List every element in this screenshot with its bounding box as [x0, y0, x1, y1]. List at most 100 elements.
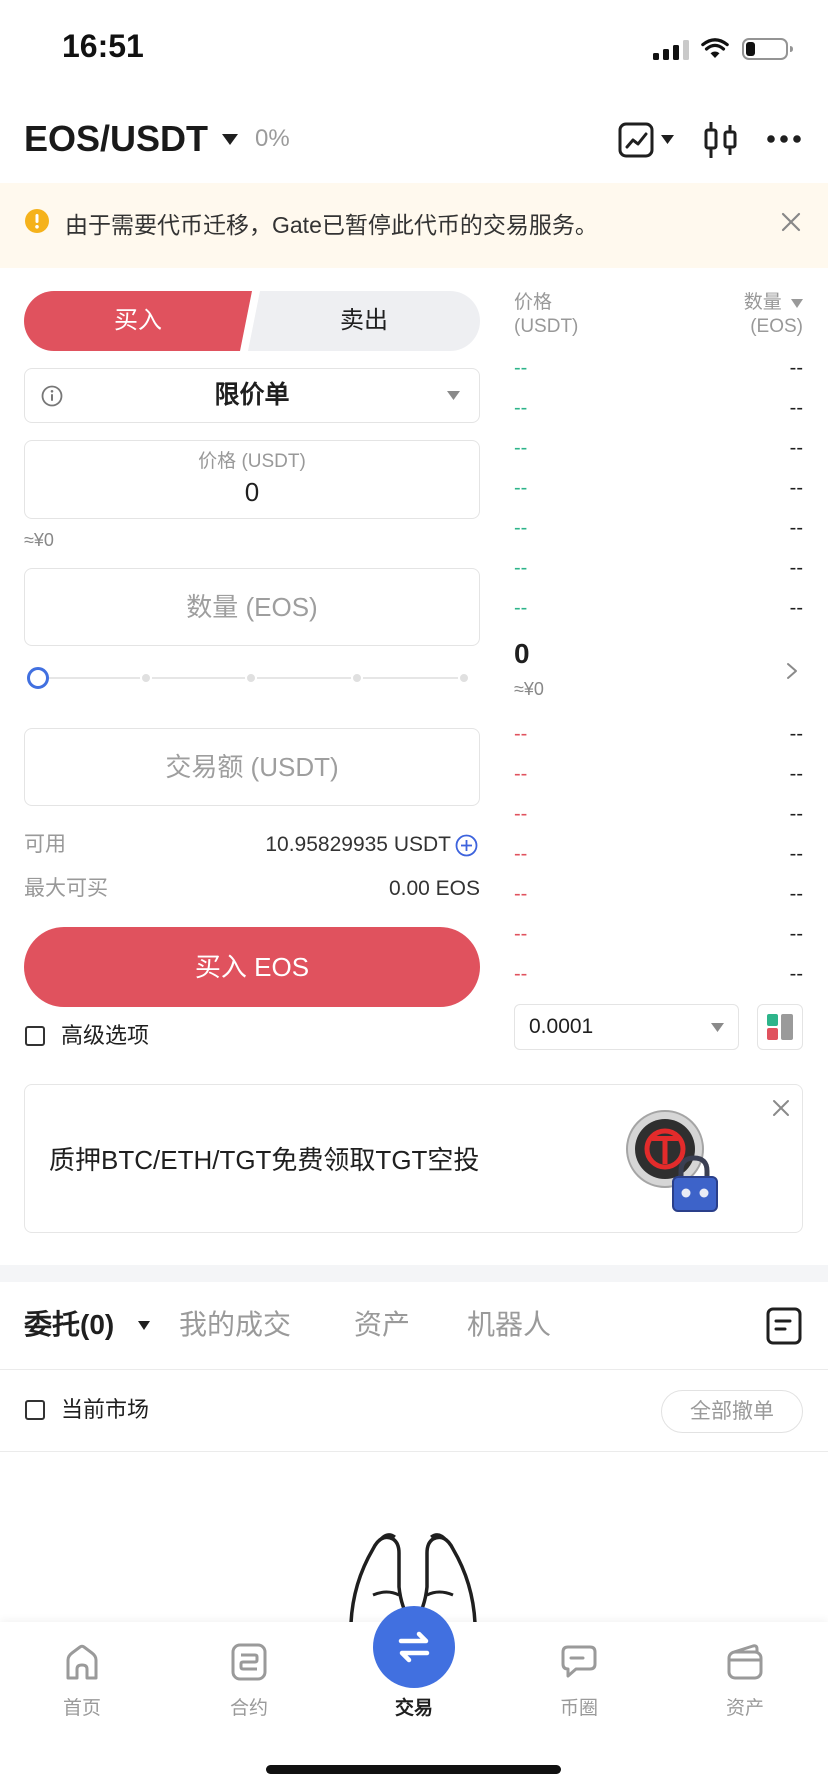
slider-stop-25[interactable]	[140, 672, 152, 684]
contract-icon[interactable]	[229, 1642, 269, 1682]
ask-row[interactable]: -- --	[514, 388, 803, 428]
bid-price: --	[514, 723, 528, 745]
buy-tab[interactable]: 买入	[24, 291, 252, 351]
quantity-input[interactable]: 数量 (EOS)	[24, 568, 480, 646]
nav-trade-label[interactable]: 交易	[354, 1697, 474, 1721]
bid-row[interactable]: -- --	[514, 914, 803, 954]
wallet-icon[interactable]	[725, 1642, 765, 1682]
orderbook-layout-button[interactable]	[757, 1004, 803, 1050]
bid-price: --	[514, 763, 528, 785]
nav-assets-label[interactable]: 资产	[685, 1697, 805, 1721]
nav-contract-label[interactable]: 合约	[189, 1697, 309, 1721]
ask-price: --	[514, 557, 528, 579]
pair-title[interactable]: EOS/USDT	[24, 118, 208, 160]
cancel-all-button[interactable]: 全部撤单	[661, 1390, 803, 1433]
ask-row[interactable]: -- --	[514, 588, 803, 628]
orderbook-quantity-header[interactable]: 数量 (EOS)	[744, 291, 803, 339]
quantity-header-unit: (EOS)	[750, 316, 803, 337]
order-type-label: 限价单	[214, 381, 290, 409]
bid-price: --	[514, 883, 528, 905]
bid-quantity: --	[789, 843, 803, 865]
ask-row[interactable]: -- --	[514, 428, 803, 468]
tab-my-trades[interactable]: 我的成交	[179, 1305, 291, 1345]
bid-quantity: --	[789, 883, 803, 905]
bid-row[interactable]: -- --	[514, 834, 803, 874]
promo-banner[interactable]: 质押BTC/ETH/TGT免费领取TGT空投	[24, 1084, 803, 1233]
price-input-value[interactable]: 0	[25, 477, 479, 507]
bid-row[interactable]: -- --	[514, 794, 803, 834]
available-label: 可用	[24, 833, 66, 856]
bid-row[interactable]: -- --	[514, 874, 803, 914]
tab-bots[interactable]: 机器人	[467, 1305, 551, 1345]
trade-icon	[398, 1631, 430, 1663]
nav-community-label[interactable]: 币圈	[519, 1697, 639, 1721]
pair-dropdown-icon[interactable]	[222, 134, 238, 145]
chevron-down-icon	[447, 391, 460, 400]
bid-row[interactable]: -- --	[514, 954, 803, 994]
precision-select[interactable]: 0.0001	[514, 1004, 739, 1050]
ask-row[interactable]: -- --	[514, 508, 803, 548]
ask-price: --	[514, 597, 528, 619]
advanced-options-checkbox[interactable]	[25, 1026, 45, 1046]
chevron-down-icon	[711, 1023, 724, 1032]
divider	[0, 1451, 828, 1452]
home-icon[interactable]	[62, 1642, 102, 1682]
current-market-checkbox[interactable]	[25, 1400, 45, 1420]
bid-price: --	[514, 843, 528, 865]
bid-quantity: --	[789, 723, 803, 745]
ask-quantity: --	[789, 517, 803, 539]
chevron-down-icon[interactable]	[138, 1321, 150, 1330]
cellular-signal-icon	[653, 40, 689, 60]
nav-trade-button[interactable]	[373, 1606, 455, 1688]
price-change: 0%	[255, 125, 290, 152]
order-history-icon[interactable]	[766, 1307, 802, 1345]
wifi-icon	[701, 38, 729, 58]
sell-tab[interactable]: 卖出	[248, 291, 480, 351]
price-input[interactable]: 价格 (USDT) 0	[24, 440, 480, 519]
more-icon[interactable]	[766, 134, 802, 144]
slider-thumb[interactable]	[27, 667, 49, 689]
community-icon[interactable]	[559, 1642, 599, 1682]
coin-lock-illustration	[626, 1110, 718, 1212]
ask-price: --	[514, 437, 528, 459]
last-price[interactable]: 0	[514, 637, 530, 671]
close-icon[interactable]	[772, 1099, 790, 1117]
warning-icon	[25, 209, 49, 233]
bid-row[interactable]: -- --	[514, 714, 803, 754]
chevron-right-icon[interactable]	[786, 662, 798, 680]
ask-row[interactable]: -- --	[514, 548, 803, 588]
quantity-unit-dropdown-icon[interactable]	[791, 299, 803, 308]
current-market-label[interactable]: 当前市场	[61, 1396, 149, 1424]
tab-open-orders[interactable]: 委托(0)	[24, 1305, 114, 1345]
trade-amount-input[interactable]: 交易额 (USDT)	[24, 728, 480, 806]
price-cny-estimate: ≈¥0	[24, 530, 54, 550]
close-icon[interactable]	[780, 211, 802, 233]
order-type-select[interactable]: 限价单	[24, 368, 480, 423]
ask-price: --	[514, 397, 528, 419]
last-price-cny: ≈¥0	[514, 679, 544, 699]
ask-price: --	[514, 517, 528, 539]
slider-stop-100[interactable]	[458, 672, 470, 684]
ask-row[interactable]: -- --	[514, 468, 803, 508]
chart-icon[interactable]	[618, 122, 654, 158]
ask-row[interactable]: -- --	[514, 348, 803, 388]
battery-icon	[742, 38, 793, 60]
trading-screen: 16:51 EOS/USDT 0% 由于需要代币迁移，Gate已暂停此代币的交易…	[0, 0, 828, 1792]
buy-submit-button[interactable]: 买入 EOS	[24, 927, 480, 1007]
ask-quantity: --	[789, 397, 803, 419]
chart-dropdown-icon[interactable]	[661, 135, 674, 144]
orderbook-layout-icon	[767, 1014, 793, 1040]
home-indicator[interactable]	[266, 1765, 561, 1774]
add-funds-icon[interactable]	[455, 834, 478, 857]
precision-value: 0.0001	[529, 1015, 594, 1038]
price-header-unit: (USDT)	[514, 316, 579, 337]
nav-home-label[interactable]: 首页	[22, 1697, 142, 1721]
tab-assets[interactable]: 资产	[354, 1305, 410, 1345]
advanced-options-label[interactable]: 高级选项	[61, 1022, 149, 1050]
bid-row[interactable]: -- --	[514, 754, 803, 794]
candlestick-icon[interactable]	[703, 120, 739, 160]
max-buy-value: 0.00 EOS	[388, 877, 480, 900]
slider-stop-75[interactable]	[351, 672, 363, 684]
slider-stop-50[interactable]	[245, 672, 257, 684]
bid-quantity: --	[789, 963, 803, 985]
